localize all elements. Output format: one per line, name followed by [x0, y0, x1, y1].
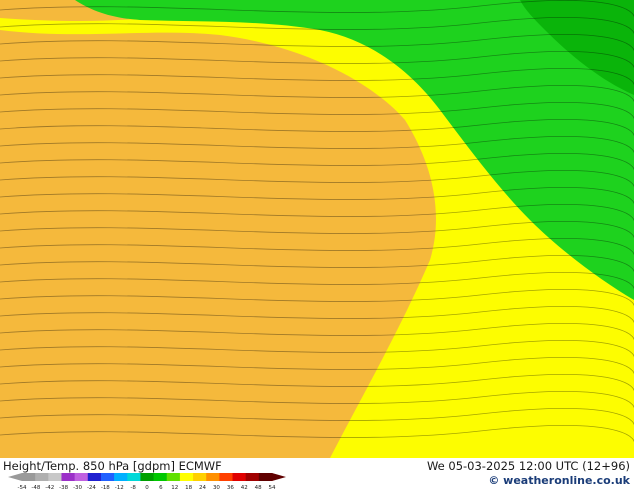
screen: Height/Temp. 850 hPa [gdpm] ECMWF We 05-…: [0, 0, 634, 490]
colorbar-swatch: [61, 473, 76, 481]
colorbar-tick-label: 30: [213, 485, 220, 490]
colorbar-swatch: [206, 473, 220, 481]
colorbar-arrow-high: [272, 473, 286, 481]
colorbar-swatch: [100, 473, 115, 481]
colorbar-tick-label: -54: [18, 485, 27, 490]
colorbar-tick-label: -42: [45, 485, 54, 490]
colorbar-tick-label: -12: [115, 485, 124, 490]
footer-bar: Height/Temp. 850 hPa [gdpm] ECMWF We 05-…: [0, 458, 634, 490]
forecast-map: [0, 0, 634, 458]
map-title: Height/Temp. 850 hPa [gdpm] ECMWF: [3, 459, 222, 473]
valid-time: We 05-03-2025 12:00 UTC (12+96): [426, 459, 630, 473]
colorbar-tick-label: -48: [31, 485, 40, 490]
colorbar-swatch: [35, 473, 49, 481]
colorbar-swatch: [193, 473, 207, 481]
colorbar-tick-label: 48: [255, 485, 262, 490]
colorbar-swatch: [140, 473, 154, 481]
colorbar-swatch: [74, 473, 89, 481]
colorbar-tick-label: 18: [185, 485, 192, 490]
colorbar-tick-label: -38: [59, 485, 68, 490]
colorbar-tick-label: -30: [73, 485, 82, 490]
colorbar-swatch: [166, 473, 181, 481]
temperature-colorbar: -54 -48 -42 -38 -30 -24 -18 -12 -8 0 6 12 18 24 30 36 42…: [8, 473, 286, 490]
colorbar-tick-label: 42: [241, 485, 248, 490]
credit-link[interactable]: © weatheronline.co.uk: [488, 474, 630, 487]
colorbar-swatch: [179, 473, 194, 481]
colorbar-tick-label: -24: [87, 485, 96, 490]
colorbar-arrow-low: [8, 473, 22, 481]
colorbar-tick-label: 0: [145, 485, 149, 490]
colorbar-swatch: [114, 473, 128, 481]
colorbar-swatch: [153, 473, 168, 481]
colorbar-tick-label: 54: [269, 485, 276, 490]
colorbar-tick-label: 24: [199, 485, 206, 490]
colorbar-swatch: [48, 473, 62, 481]
colorbar-tick-label: -8: [130, 485, 136, 490]
colorbar-swatch: [219, 473, 233, 481]
colorbar-tick-label: 12: [171, 485, 178, 490]
colorbar-swatch: [22, 473, 36, 481]
colorbar-tick-label: -18: [101, 485, 110, 490]
colorbar-swatch: [127, 473, 141, 481]
colorbar-swatch: [245, 473, 260, 481]
colorbar-tick-label: 36: [227, 485, 234, 490]
colorbar-tick-label: 6: [159, 485, 163, 490]
colorbar-swatch: [87, 473, 102, 481]
colorbar-swatch: [232, 473, 247, 481]
colorbar-swatch: [258, 473, 273, 481]
